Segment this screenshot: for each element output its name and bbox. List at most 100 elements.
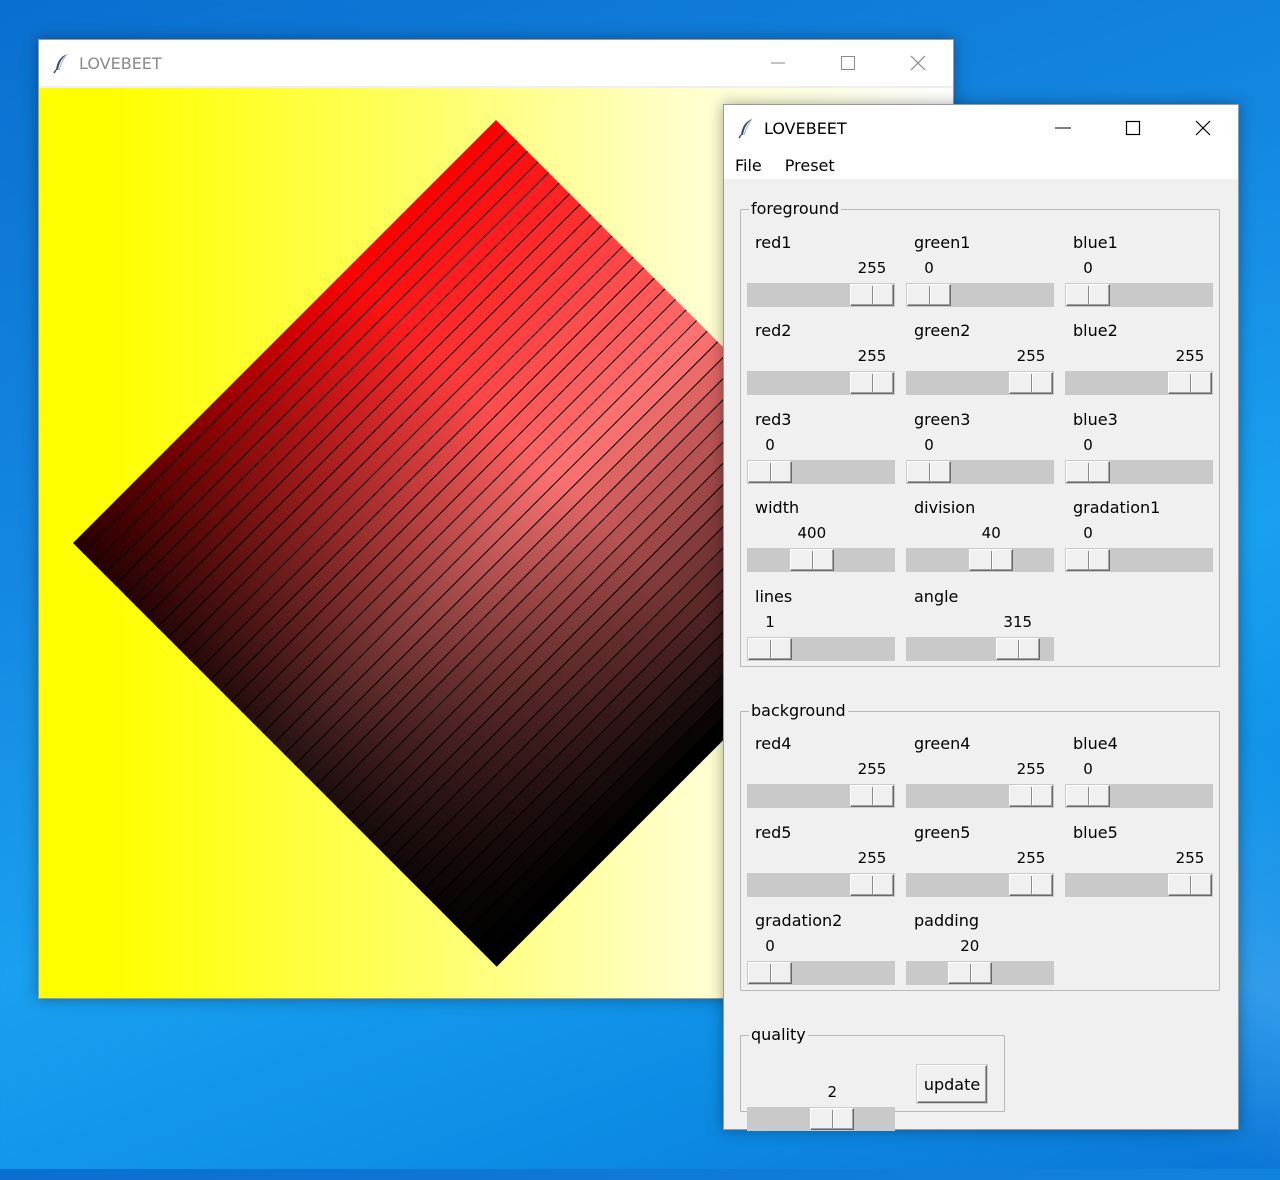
green2-slider-thumb[interactable] [1009, 372, 1053, 394]
quality-slider[interactable]: 2 [747, 1057, 897, 1131]
background-legend: background [749, 701, 848, 721]
blue5-slider[interactable]: blue5 255 [1065, 823, 1215, 897]
blue1-label: blue1 [1073, 233, 1118, 252]
green2-slider[interactable]: green2 255 [906, 321, 1056, 395]
green1-value: 0 [924, 259, 934, 277]
division-value: 40 [981, 524, 1001, 542]
blue4-label: blue4 [1073, 734, 1118, 753]
menu-preset[interactable]: Preset [774, 156, 847, 175]
window-title: LOVEBEET [79, 53, 162, 73]
green1-label: green1 [914, 233, 971, 252]
division-slider[interactable]: division 40 [906, 498, 1056, 572]
green4-slider-thumb[interactable] [1009, 785, 1053, 807]
gradation1-slider[interactable]: gradation1 0 [1065, 498, 1215, 572]
blue5-slider-thumb[interactable] [1168, 874, 1212, 896]
control-window-titlebar[interactable]: LOVEBEET [724, 105, 1238, 151]
division-label: division [914, 498, 976, 517]
lines-slider-thumb[interactable] [748, 638, 792, 660]
width-value: 400 [797, 524, 827, 542]
red1-slider[interactable]: red1 255 [747, 233, 897, 307]
width-label: width [755, 498, 800, 517]
green1-slider[interactable]: green1 0 [906, 233, 1056, 307]
green3-value: 0 [924, 436, 934, 454]
maximize-icon [841, 56, 855, 70]
red2-value: 255 [857, 347, 887, 365]
red1-slider-thumb[interactable] [850, 284, 894, 306]
red3-slider-thumb[interactable] [748, 461, 792, 483]
gradation2-label: gradation2 [755, 911, 843, 930]
red2-slider-thumb[interactable] [850, 372, 894, 394]
lines-value: 1 [765, 613, 775, 631]
angle-slider-thumb[interactable] [995, 638, 1040, 660]
red5-slider-thumb[interactable] [850, 874, 894, 896]
red5-label: red5 [755, 823, 792, 842]
width-slider[interactable]: width 400 [747, 498, 897, 572]
red2-slider[interactable]: red2 255 [747, 321, 897, 395]
green3-slider-thumb[interactable] [907, 461, 951, 483]
green5-value: 255 [1016, 849, 1046, 867]
blue2-slider-thumb[interactable] [1168, 372, 1212, 394]
close-icon [1195, 120, 1211, 136]
menu-file[interactable]: File [724, 156, 774, 175]
gradation1-value: 0 [1083, 524, 1093, 542]
feather-icon [738, 118, 753, 139]
red2-label: red2 [755, 321, 792, 340]
blue1-slider[interactable]: blue1 0 [1065, 233, 1215, 307]
blue3-value: 0 [1083, 436, 1093, 454]
green4-value: 255 [1016, 760, 1046, 778]
gradation1-slider-thumb[interactable] [1066, 549, 1110, 571]
green5-slider[interactable]: green5 255 [906, 823, 1056, 897]
blue4-value: 0 [1083, 760, 1093, 778]
lines-label: lines [755, 587, 793, 606]
maximize-icon [1125, 120, 1141, 136]
quality-slider-thumb[interactable] [810, 1108, 855, 1130]
green4-slider[interactable]: green4 255 [906, 734, 1056, 808]
angle-slider[interactable]: angle 315 [906, 587, 1056, 661]
angle-value: 315 [1003, 613, 1033, 631]
green2-label: green2 [914, 321, 971, 340]
minimize-icon [771, 62, 785, 64]
red4-slider[interactable]: red4 255 [747, 734, 897, 808]
blue3-slider[interactable]: blue3 0 [1065, 410, 1215, 484]
control-window[interactable]: LOVEBEET File Preset foreground backgrou… [723, 104, 1239, 1131]
red5-slider[interactable]: red5 255 [747, 823, 897, 897]
close-icon [910, 55, 926, 71]
maximize-button[interactable] [1098, 105, 1168, 151]
red3-slider[interactable]: red3 0 [747, 410, 897, 484]
blue5-label: blue5 [1073, 823, 1118, 842]
blue2-slider[interactable]: blue2 255 [1065, 321, 1215, 395]
gradation2-slider-thumb[interactable] [748, 962, 792, 984]
green4-label: green4 [914, 734, 971, 753]
width-slider-thumb[interactable] [789, 549, 834, 571]
padding-value: 20 [960, 937, 980, 955]
minimize-icon [1055, 127, 1071, 129]
lines-slider[interactable]: lines 1 [747, 587, 897, 661]
division-slider-thumb[interactable] [969, 549, 1014, 571]
green2-value: 255 [1016, 347, 1046, 365]
red1-label: red1 [755, 233, 792, 252]
blue5-value: 255 [1175, 849, 1205, 867]
minimize-button[interactable] [743, 40, 813, 86]
close-button[interactable] [883, 40, 953, 86]
close-button[interactable] [1168, 105, 1238, 151]
blue1-slider-thumb[interactable] [1066, 284, 1110, 306]
blue3-slider-thumb[interactable] [1066, 461, 1110, 483]
minimize-button[interactable] [1028, 105, 1098, 151]
padding-slider[interactable]: padding 20 [906, 911, 1056, 985]
green5-slider-thumb[interactable] [1009, 874, 1053, 896]
red1-value: 255 [857, 259, 887, 277]
gradation2-slider[interactable]: gradation2 0 [747, 911, 897, 985]
red4-slider-thumb[interactable] [850, 785, 894, 807]
green3-slider[interactable]: green3 0 [906, 410, 1056, 484]
quality-value: 2 [827, 1083, 837, 1101]
green1-slider-thumb[interactable] [907, 284, 951, 306]
padding-slider-thumb[interactable] [947, 962, 992, 984]
red4-label: red4 [755, 734, 792, 753]
gradation1-label: gradation1 [1073, 498, 1161, 517]
update-button[interactable]: update [917, 1065, 987, 1103]
blue2-value: 255 [1175, 347, 1205, 365]
maximize-button[interactable] [813, 40, 883, 86]
blue4-slider[interactable]: blue4 0 [1065, 734, 1215, 808]
blue4-slider-thumb[interactable] [1066, 785, 1110, 807]
canvas-window-titlebar[interactable]: LOVEBEET [39, 40, 953, 86]
